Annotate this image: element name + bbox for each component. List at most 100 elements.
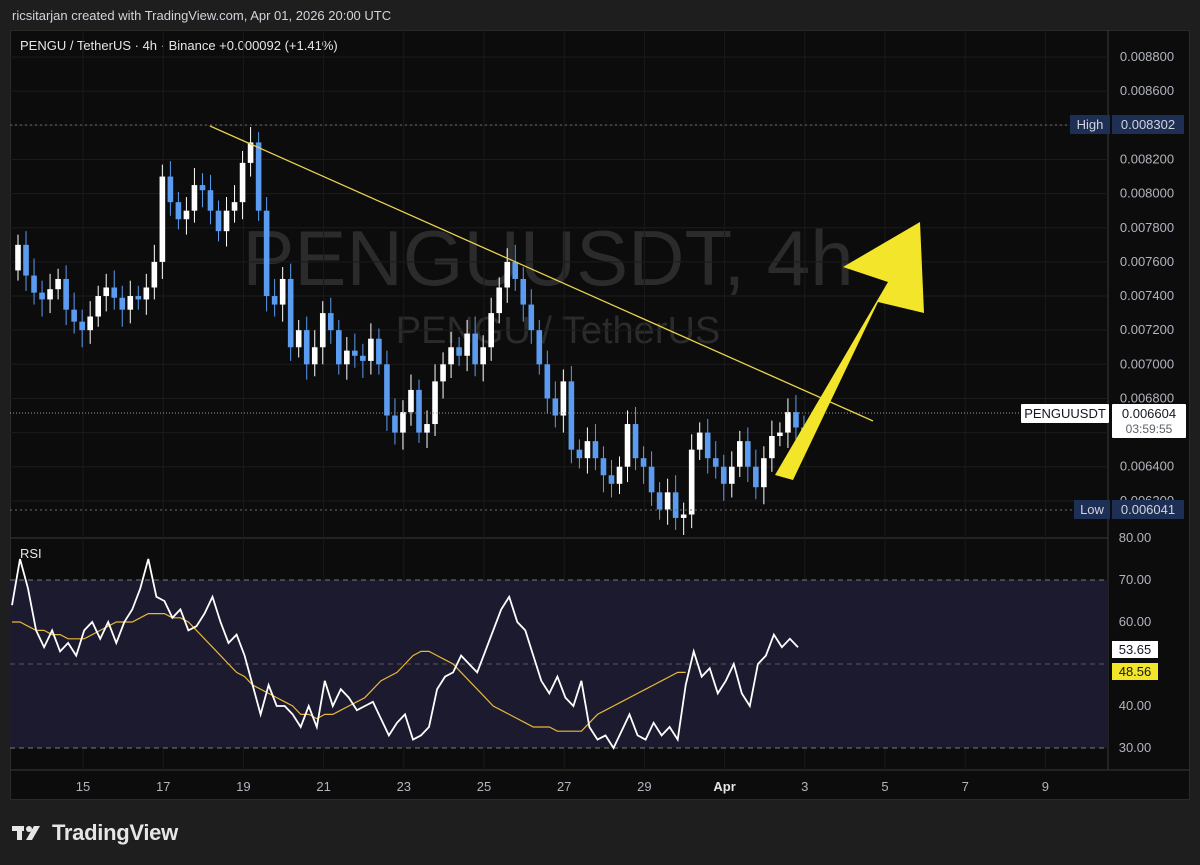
- rsi-ma-marker: 48.56: [1112, 663, 1158, 680]
- candle-body: [55, 278, 61, 290]
- candle-body: [311, 347, 318, 365]
- candle-body: [488, 313, 494, 348]
- candle-body: [143, 287, 150, 300]
- candle-body: [255, 142, 262, 211]
- price-tick-label: 0.007000: [1120, 356, 1174, 371]
- candle-body: [231, 202, 238, 211]
- candle-body: [376, 338, 382, 365]
- candle-body: [672, 492, 679, 518]
- candle-body: [400, 412, 406, 433]
- candle-body: [384, 364, 390, 416]
- candle-body: [87, 316, 93, 331]
- candle-body: [472, 333, 478, 365]
- candle-body: [737, 441, 743, 467]
- candle-body: [287, 278, 294, 348]
- candle-body: [696, 432, 703, 450]
- candle-body: [640, 458, 647, 467]
- candle-body: [159, 176, 166, 262]
- candle-body: [360, 355, 366, 361]
- candle-body: [712, 458, 719, 467]
- time-tick-label: 3: [801, 779, 808, 794]
- footer: [0, 800, 1200, 865]
- price-tick-label: 0.006400: [1120, 459, 1174, 474]
- candle-body: [31, 275, 37, 293]
- candle-body: [448, 347, 454, 365]
- candle-body: [464, 333, 470, 356]
- rsi-tick-label: 60.00: [1119, 614, 1152, 629]
- price-tick-label: 0.007800: [1120, 220, 1174, 235]
- candle-body: [71, 309, 77, 322]
- candle-body: [753, 466, 759, 488]
- candle-body: [745, 441, 751, 467]
- candle-body: [656, 492, 663, 510]
- candle-body: [199, 185, 206, 191]
- candle-body: [416, 389, 422, 433]
- candle-body: [576, 449, 583, 459]
- candle-body: [608, 475, 615, 484]
- candle-body: [704, 432, 711, 459]
- candle-body: [215, 210, 222, 232]
- time-axis[interactable]: 15 17 19 21 23 25 27 29 Apr 3 5 7 9: [76, 779, 1049, 794]
- candle-body: [592, 441, 599, 459]
- candle-body: [424, 424, 430, 433]
- current-value: 0.006604: [1122, 406, 1176, 421]
- candle-body: [207, 190, 214, 211]
- time-tick-label: 9: [1042, 779, 1049, 794]
- tradingview-logo-icon: [12, 822, 44, 844]
- candle-body: [271, 296, 278, 305]
- candle-body: [352, 350, 358, 356]
- candle-body: [47, 289, 53, 300]
- watermark-main: PENGUUSDT, 4h: [242, 214, 853, 302]
- candle-body: [648, 466, 655, 493]
- candle-body: [432, 381, 438, 425]
- rsi-tick-label: 30.00: [1119, 740, 1152, 755]
- chart-svg[interactable]: PENGUUSDT, 4h PENGU / TetherUS PENGU / T…: [0, 0, 1200, 800]
- candle-body: [336, 330, 342, 365]
- time-tick-label: 7: [962, 779, 969, 794]
- brand-name: TradingView: [52, 820, 178, 845]
- candle-body: [720, 466, 727, 484]
- candle-body: [584, 441, 591, 459]
- candle-body: [303, 330, 310, 365]
- candle-body: [793, 412, 799, 428]
- candle-body: [239, 162, 246, 203]
- price-tick-label: 0.007200: [1120, 322, 1174, 337]
- rsi-title[interactable]: RSI: [20, 546, 42, 561]
- candle-body: [319, 313, 326, 348]
- candle-body: [624, 424, 631, 467]
- symbol-legend[interactable]: PENGU / TetherUS · 4h · Binance +0.00009…: [20, 38, 338, 53]
- rsi-tick-label: 80.00: [1119, 530, 1152, 545]
- candle-body: [23, 244, 29, 276]
- candle-body: [327, 313, 334, 331]
- candle-body: [368, 338, 374, 361]
- candle-body: [616, 466, 623, 484]
- candle-body: [167, 176, 174, 203]
- candle-body: [496, 287, 502, 314]
- candle-body: [135, 296, 142, 300]
- tradingview-logo[interactable]: TradingView: [12, 820, 178, 846]
- low-marker: Low 0.006041: [1074, 500, 1184, 519]
- time-tick-label: 19: [236, 779, 250, 794]
- candle-body: [223, 210, 230, 232]
- candle-body: [480, 347, 486, 365]
- high-marker: High 0.008302: [1070, 115, 1184, 134]
- candle-body: [103, 287, 110, 297]
- current-symbol: PENGUUSDT: [1024, 406, 1106, 421]
- candle-body: [39, 292, 45, 300]
- candle-body: [263, 210, 270, 297]
- candle-body: [544, 364, 551, 399]
- price-tick-label: 0.007600: [1120, 254, 1174, 269]
- candle-body: [528, 304, 535, 331]
- high-value: 0.008302: [1121, 117, 1175, 132]
- candle-body: [95, 296, 101, 317]
- candle-body: [344, 350, 350, 365]
- candle-body: [79, 321, 85, 331]
- candle-body: [279, 278, 286, 305]
- candle-body: [295, 330, 302, 348]
- candle-body: [728, 466, 735, 484]
- candle-body: [536, 330, 543, 365]
- candle-body: [600, 458, 607, 476]
- time-tick-label: 21: [316, 779, 330, 794]
- countdown: 03:59:55: [1126, 422, 1173, 436]
- high-label: High: [1077, 117, 1104, 132]
